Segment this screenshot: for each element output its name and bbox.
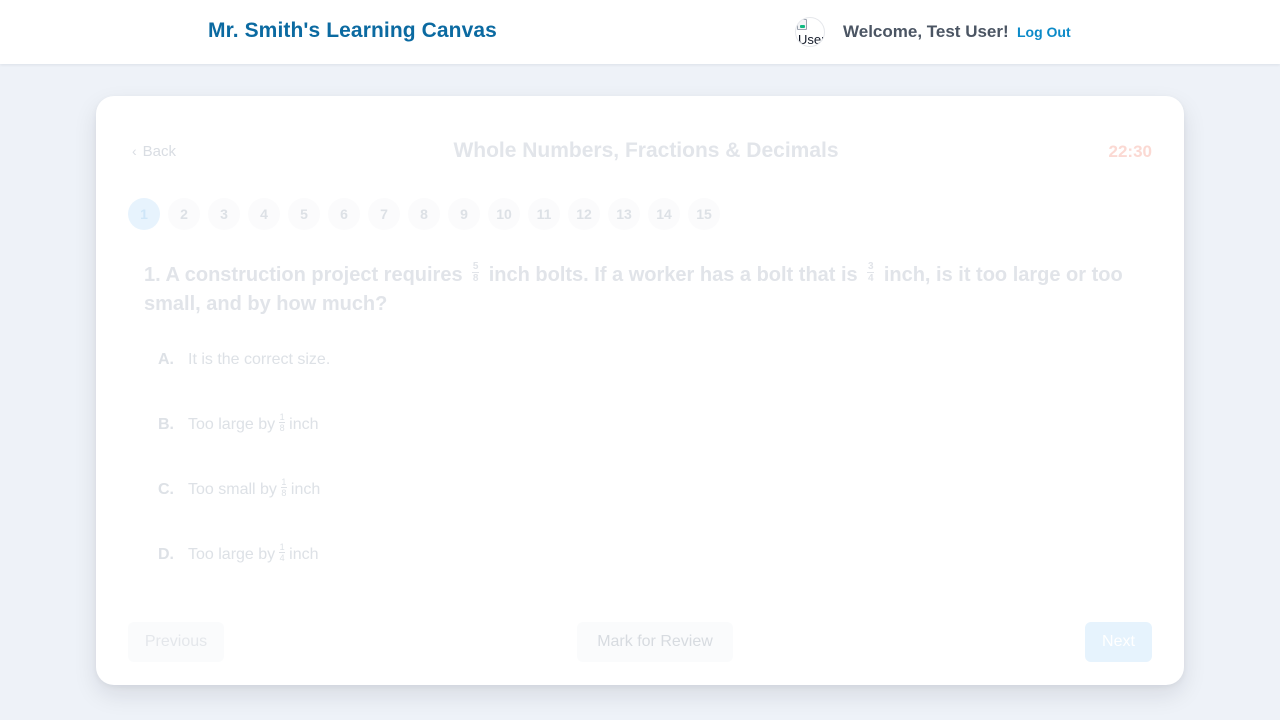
answer-options: A. It is the correct size. B. Too large … bbox=[144, 340, 1144, 600]
quiz-timer: 22:30 bbox=[1108, 142, 1152, 161]
previous-button[interactable]: Previous bbox=[128, 622, 224, 662]
mark-for-review-button[interactable]: Mark for Review bbox=[577, 622, 733, 662]
fraction-denominator: 4 bbox=[867, 273, 874, 285]
answer-option-c[interactable]: C. Too small by 1 8 inch bbox=[144, 470, 1144, 510]
question-text: 1. A construction project requires 5 8 i… bbox=[144, 261, 1144, 319]
next-button[interactable]: Next bbox=[1085, 622, 1152, 662]
answer-option-d[interactable]: D. Too large by 1 4 inch bbox=[144, 535, 1144, 575]
fraction-denominator: 8 bbox=[472, 273, 479, 285]
fraction: 1 4 bbox=[279, 541, 286, 563]
question-number-button[interactable]: 12 bbox=[568, 198, 600, 230]
fraction-denominator: 4 bbox=[279, 552, 285, 563]
broken-image-icon bbox=[797, 19, 807, 30]
answer-option-b[interactable]: B. Too large by 1 8 inch bbox=[144, 405, 1144, 445]
option-letter: A. bbox=[158, 351, 174, 368]
question-number-button[interactable]: 6 bbox=[328, 198, 360, 230]
quiz-title: Whole Numbers, Fractions & Decimals bbox=[453, 139, 839, 162]
question-number-button[interactable]: 11 bbox=[528, 198, 560, 230]
logout-link[interactable]: Log Out bbox=[1017, 24, 1071, 40]
fraction-denominator: 8 bbox=[281, 487, 287, 498]
fraction: 1 8 bbox=[279, 411, 286, 433]
fraction-numerator: 5 bbox=[472, 261, 479, 273]
question-number-button[interactable]: 4 bbox=[248, 198, 280, 230]
avatar-alt-text: User bbox=[798, 32, 825, 47]
question-prefix: 1. A construction project requires bbox=[144, 264, 463, 286]
welcome-message: Welcome, Test User! bbox=[843, 22, 1009, 41]
option-text: It is the correct size. bbox=[188, 351, 331, 368]
quiz-card: ‹ Back Whole Numbers, Fractions & Decima… bbox=[96, 96, 1184, 685]
question-number-button[interactable]: 3 bbox=[208, 198, 240, 230]
option-text: Too large by bbox=[188, 546, 276, 563]
question-middle: inch bolts. If a worker has a bolt that … bbox=[488, 264, 858, 286]
question-number-button[interactable]: 1 bbox=[128, 198, 160, 230]
question-number-button[interactable]: 14 bbox=[648, 198, 680, 230]
option-text: Too large by bbox=[188, 416, 276, 433]
option-letter: B. bbox=[158, 416, 174, 433]
question-number-button[interactable]: 10 bbox=[488, 198, 520, 230]
question-number-button[interactable]: 15 bbox=[688, 198, 720, 230]
top-navigation-bar: Mr. Smith's Learning Canvas User Welcome… bbox=[0, 0, 1280, 64]
avatar: User bbox=[795, 17, 825, 47]
question-number-button[interactable]: 5 bbox=[288, 198, 320, 230]
option-text: Too small by bbox=[188, 481, 277, 498]
fraction-numerator: 3 bbox=[867, 261, 874, 273]
question-number-button[interactable]: 2 bbox=[168, 198, 200, 230]
question-number-button[interactable]: 8 bbox=[408, 198, 440, 230]
question-number-button[interactable]: 13 bbox=[608, 198, 640, 230]
option-unit: inch bbox=[289, 416, 319, 433]
fraction-numerator: 1 bbox=[281, 476, 287, 487]
option-unit: inch bbox=[290, 481, 321, 498]
question-number-button[interactable]: 9 bbox=[448, 198, 480, 230]
site-title[interactable]: Mr. Smith's Learning Canvas bbox=[208, 19, 497, 43]
question-navigator: 1 2 3 4 5 6 7 8 9 10 11 12 13 14 15 bbox=[128, 198, 720, 230]
option-unit: inch bbox=[289, 546, 319, 563]
fraction: 3 4 bbox=[867, 261, 875, 285]
fraction-numerator: 1 bbox=[279, 411, 285, 422]
fraction: 5 8 bbox=[472, 261, 480, 285]
question-number-button[interactable]: 7 bbox=[368, 198, 400, 230]
fraction-denominator: 8 bbox=[279, 422, 285, 433]
option-letter: D. bbox=[158, 546, 174, 563]
answer-option-a[interactable]: A. It is the correct size. bbox=[144, 340, 1144, 380]
option-letter: C. bbox=[158, 481, 174, 498]
fraction: 1 8 bbox=[280, 476, 287, 498]
fraction-numerator: 1 bbox=[279, 541, 285, 552]
